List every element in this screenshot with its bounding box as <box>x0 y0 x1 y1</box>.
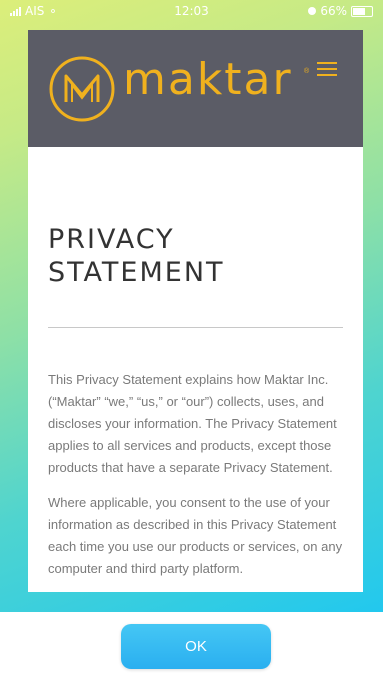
alarm-icon <box>308 7 317 15</box>
hamburger-menu-icon[interactable] <box>317 62 337 76</box>
page-title: PRIVACY STATEMENT <box>48 224 225 288</box>
status-bar: AIS ⚬ 12:03 66% <box>0 0 383 22</box>
battery-percent: 66% <box>320 4 347 18</box>
status-right: 66% <box>308 4 373 18</box>
privacy-sheet[interactable]: maktar ® PRIVACY STATEMENT This Privacy … <box>28 30 363 592</box>
logo-wordmark: maktar <box>123 54 293 105</box>
paragraph-intro: This Privacy Statement explains how Makt… <box>48 372 337 475</box>
ok-button[interactable]: OK <box>121 624 271 669</box>
divider <box>48 327 343 328</box>
paragraph-consent: Where applicable, you consent to the use… <box>48 495 343 576</box>
site-header: maktar ® <box>28 30 363 147</box>
document-content: PRIVACY STATEMENT This Privacy Statement… <box>28 223 363 580</box>
registered-mark: ® <box>304 68 310 75</box>
battery-icon <box>351 5 373 17</box>
maktar-logo-icon <box>49 56 115 122</box>
